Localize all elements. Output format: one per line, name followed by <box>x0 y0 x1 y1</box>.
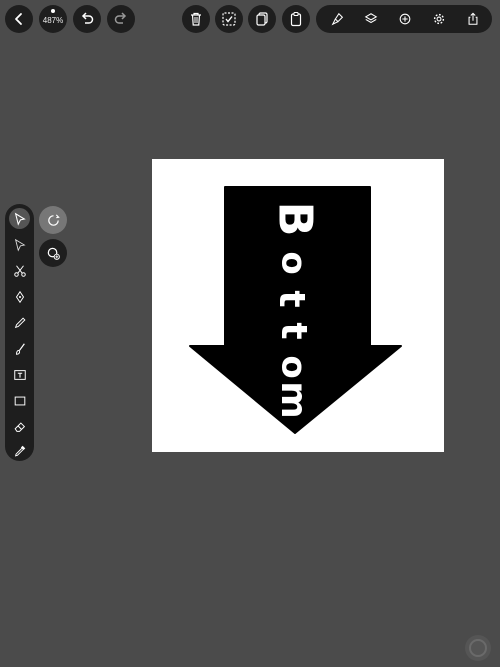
zoom-label: 487% <box>42 15 64 25</box>
scissors-tool[interactable] <box>9 260 30 281</box>
shape-tool[interactable] <box>9 390 30 411</box>
undo-button[interactable] <box>73 5 101 33</box>
direct-select-tool[interactable] <box>9 234 30 255</box>
pen-nib-icon <box>15 290 24 303</box>
lasso-select-icon <box>47 213 60 226</box>
duplicate-button[interactable] <box>248 5 276 33</box>
stamp-button[interactable] <box>330 11 346 27</box>
select-all-button[interactable] <box>215 5 243 33</box>
redo-button[interactable] <box>107 5 135 33</box>
clipboard-icon <box>290 12 302 27</box>
zoom-dot <box>51 9 55 13</box>
share-button[interactable] <box>465 11 481 27</box>
arrow-artwork[interactable]: B o t t o m <box>152 159 444 452</box>
clipboard-button[interactable] <box>282 5 310 33</box>
artwork-letter-2: o <box>274 251 314 274</box>
eraser-icon <box>14 421 25 432</box>
duplicate-icon <box>256 12 268 26</box>
back-button[interactable] <box>5 5 33 33</box>
brush-icon <box>15 342 25 355</box>
freehand-select-option[interactable] <box>39 206 67 234</box>
layers-button[interactable] <box>363 11 379 27</box>
chevron-left-icon <box>15 13 22 25</box>
handle-ring-icon <box>469 639 487 657</box>
add-button[interactable] <box>397 11 413 27</box>
pencil-icon <box>14 317 25 328</box>
right-toolbar-group <box>316 5 492 33</box>
scissors-icon <box>13 264 26 277</box>
delete-button[interactable] <box>182 5 210 33</box>
pen-tool[interactable] <box>9 286 30 307</box>
text-tool[interactable] <box>9 364 30 385</box>
eyedropper-tool[interactable] <box>9 440 30 461</box>
eyedropper-icon <box>14 445 25 456</box>
rectangle-icon <box>14 396 25 405</box>
artwork-letter-5: o <box>274 355 314 378</box>
artwork-letter-4: t <box>273 322 314 339</box>
pencil-tool[interactable] <box>9 312 30 333</box>
eraser-tool[interactable] <box>9 416 30 437</box>
zoom-indicator[interactable]: 487% <box>39 5 67 33</box>
text-box-icon <box>13 369 26 380</box>
pointer-icon <box>14 212 26 226</box>
select-all-icon <box>222 12 236 26</box>
artwork-letter-3: t <box>271 290 312 307</box>
redo-icon <box>114 12 127 24</box>
stamp-icon <box>331 12 344 26</box>
drawing-canvas[interactable]: B o t t o m <box>152 159 444 452</box>
layers-icon <box>364 13 378 24</box>
lasso-add-icon <box>47 247 60 260</box>
lasso-add-option[interactable] <box>39 239 67 267</box>
select-tool[interactable] <box>9 208 30 229</box>
share-icon <box>468 12 478 25</box>
undo-icon <box>81 12 94 24</box>
settings-button[interactable] <box>431 11 447 27</box>
settings-icon <box>433 13 445 25</box>
artwork-letter-6: m <box>273 381 314 419</box>
tool-strip <box>5 204 34 461</box>
artwork-letter-1: B <box>269 201 323 236</box>
assistive-handle[interactable] <box>465 635 491 661</box>
trash-icon <box>191 12 201 26</box>
add-icon <box>399 13 411 25</box>
direct-pointer-icon <box>14 238 26 252</box>
brush-tool[interactable] <box>9 338 30 359</box>
